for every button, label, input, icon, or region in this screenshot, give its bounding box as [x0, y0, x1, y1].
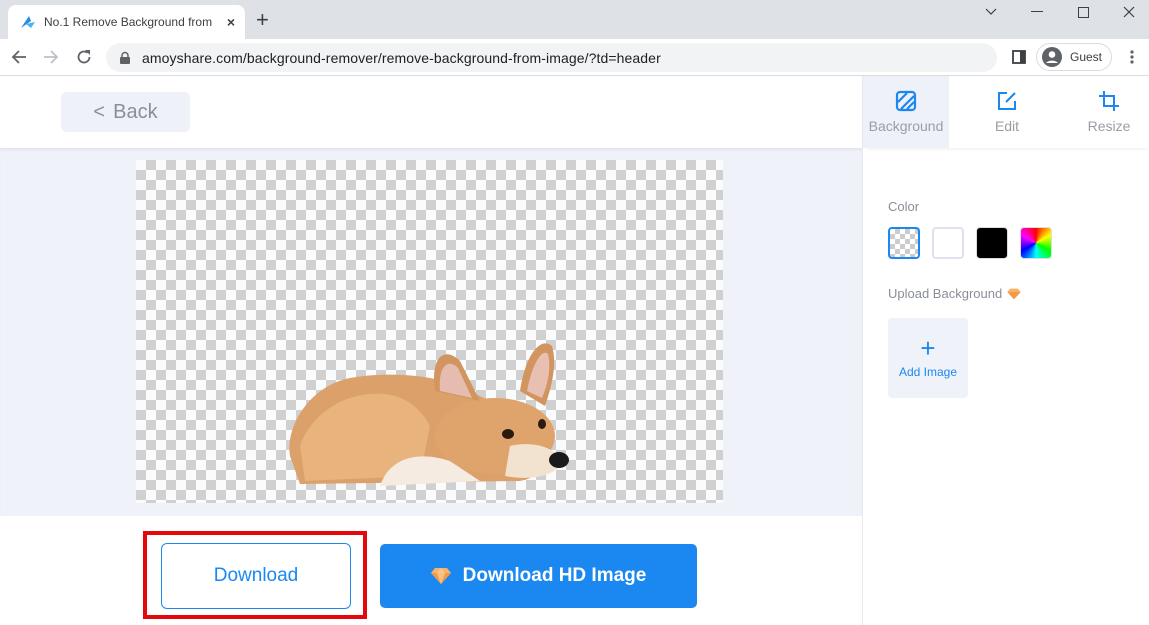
reload-icon[interactable]	[72, 45, 96, 69]
tab-edit-label: Edit	[994, 118, 1020, 134]
editor-topbar: < Back	[0, 76, 862, 148]
address-bar[interactable]: amoyshare.com/background-remover/remove-…	[106, 43, 997, 72]
download-hd-button[interactable]: Download HD Image	[380, 544, 697, 608]
close-icon[interactable]	[1109, 2, 1149, 22]
download-button[interactable]: Download	[161, 543, 351, 609]
side-panel-icon[interactable]	[1007, 45, 1031, 69]
diamond-icon	[1007, 288, 1021, 299]
lock-icon	[120, 51, 130, 64]
diamond-icon	[430, 568, 451, 584]
swatch-transparent[interactable]	[888, 227, 920, 259]
profile-name: Guest	[1070, 50, 1103, 64]
profile-button[interactable]: Guest	[1036, 43, 1112, 71]
swatch-custom-color[interactable]	[1020, 227, 1052, 259]
arrow-right-icon[interactable]	[39, 45, 63, 69]
upload-background-label: Upload Background	[888, 286, 1021, 301]
tab-resize[interactable]: Resize	[1066, 76, 1149, 148]
tab-title: No.1 Remove Background from I	[44, 15, 214, 29]
background-icon	[895, 90, 917, 112]
kebab-menu-icon[interactable]	[1120, 45, 1144, 69]
right-panel: Background Edit Resize Color Upload Back…	[862, 76, 1149, 625]
edit-icon	[998, 92, 1016, 110]
add-image-label: Add Image	[898, 365, 958, 379]
arrow-left-icon[interactable]	[7, 45, 31, 69]
download-hd-label: Download HD Image	[462, 565, 647, 586]
browser-tab-bar: No.1 Remove Background from I × +	[0, 0, 1149, 39]
chevron-down-icon[interactable]	[971, 2, 1011, 22]
tool-tabs: Background Edit Resize	[863, 76, 1149, 148]
download-bar: Download Download HD Image	[0, 516, 862, 625]
maximize-icon[interactable]	[1063, 2, 1103, 22]
swatch-black[interactable]	[976, 227, 1008, 259]
add-image-button[interactable]: + Add Image	[888, 318, 968, 398]
upload-background-text: Upload Background	[888, 286, 1003, 301]
swatch-white[interactable]	[932, 227, 964, 259]
color-label: Color	[888, 199, 920, 214]
url-text: amoyshare.com/background-remover/remove-…	[142, 49, 661, 66]
preview-area	[0, 148, 862, 516]
tab-close-icon[interactable]: ×	[227, 14, 235, 30]
minimize-icon[interactable]	[1017, 2, 1057, 22]
browser-toolbar: amoyshare.com/background-remover/remove-…	[0, 39, 1149, 76]
transparent-canvas	[136, 160, 723, 503]
back-label: Back	[113, 100, 158, 123]
amoyshare-logo-icon	[21, 16, 35, 28]
crop-icon	[1099, 91, 1119, 111]
chevron-left-icon: <	[93, 100, 106, 123]
tab-edit[interactable]: Edit	[964, 76, 1050, 148]
tab-background-label: Background	[868, 118, 944, 134]
account-circle-icon	[1042, 47, 1062, 67]
app-page: < Back Download Download HD Image Backgr…	[0, 76, 1149, 625]
tab-resize-label: Resize	[1087, 118, 1131, 134]
tab-background[interactable]: Background	[863, 76, 949, 148]
new-tab-button[interactable]: +	[256, 9, 269, 31]
back-button[interactable]: < Back	[61, 92, 190, 132]
plus-icon: +	[920, 333, 936, 363]
browser-tab[interactable]: No.1 Remove Background from I ×	[8, 5, 245, 39]
dog-image	[289, 343, 569, 486]
